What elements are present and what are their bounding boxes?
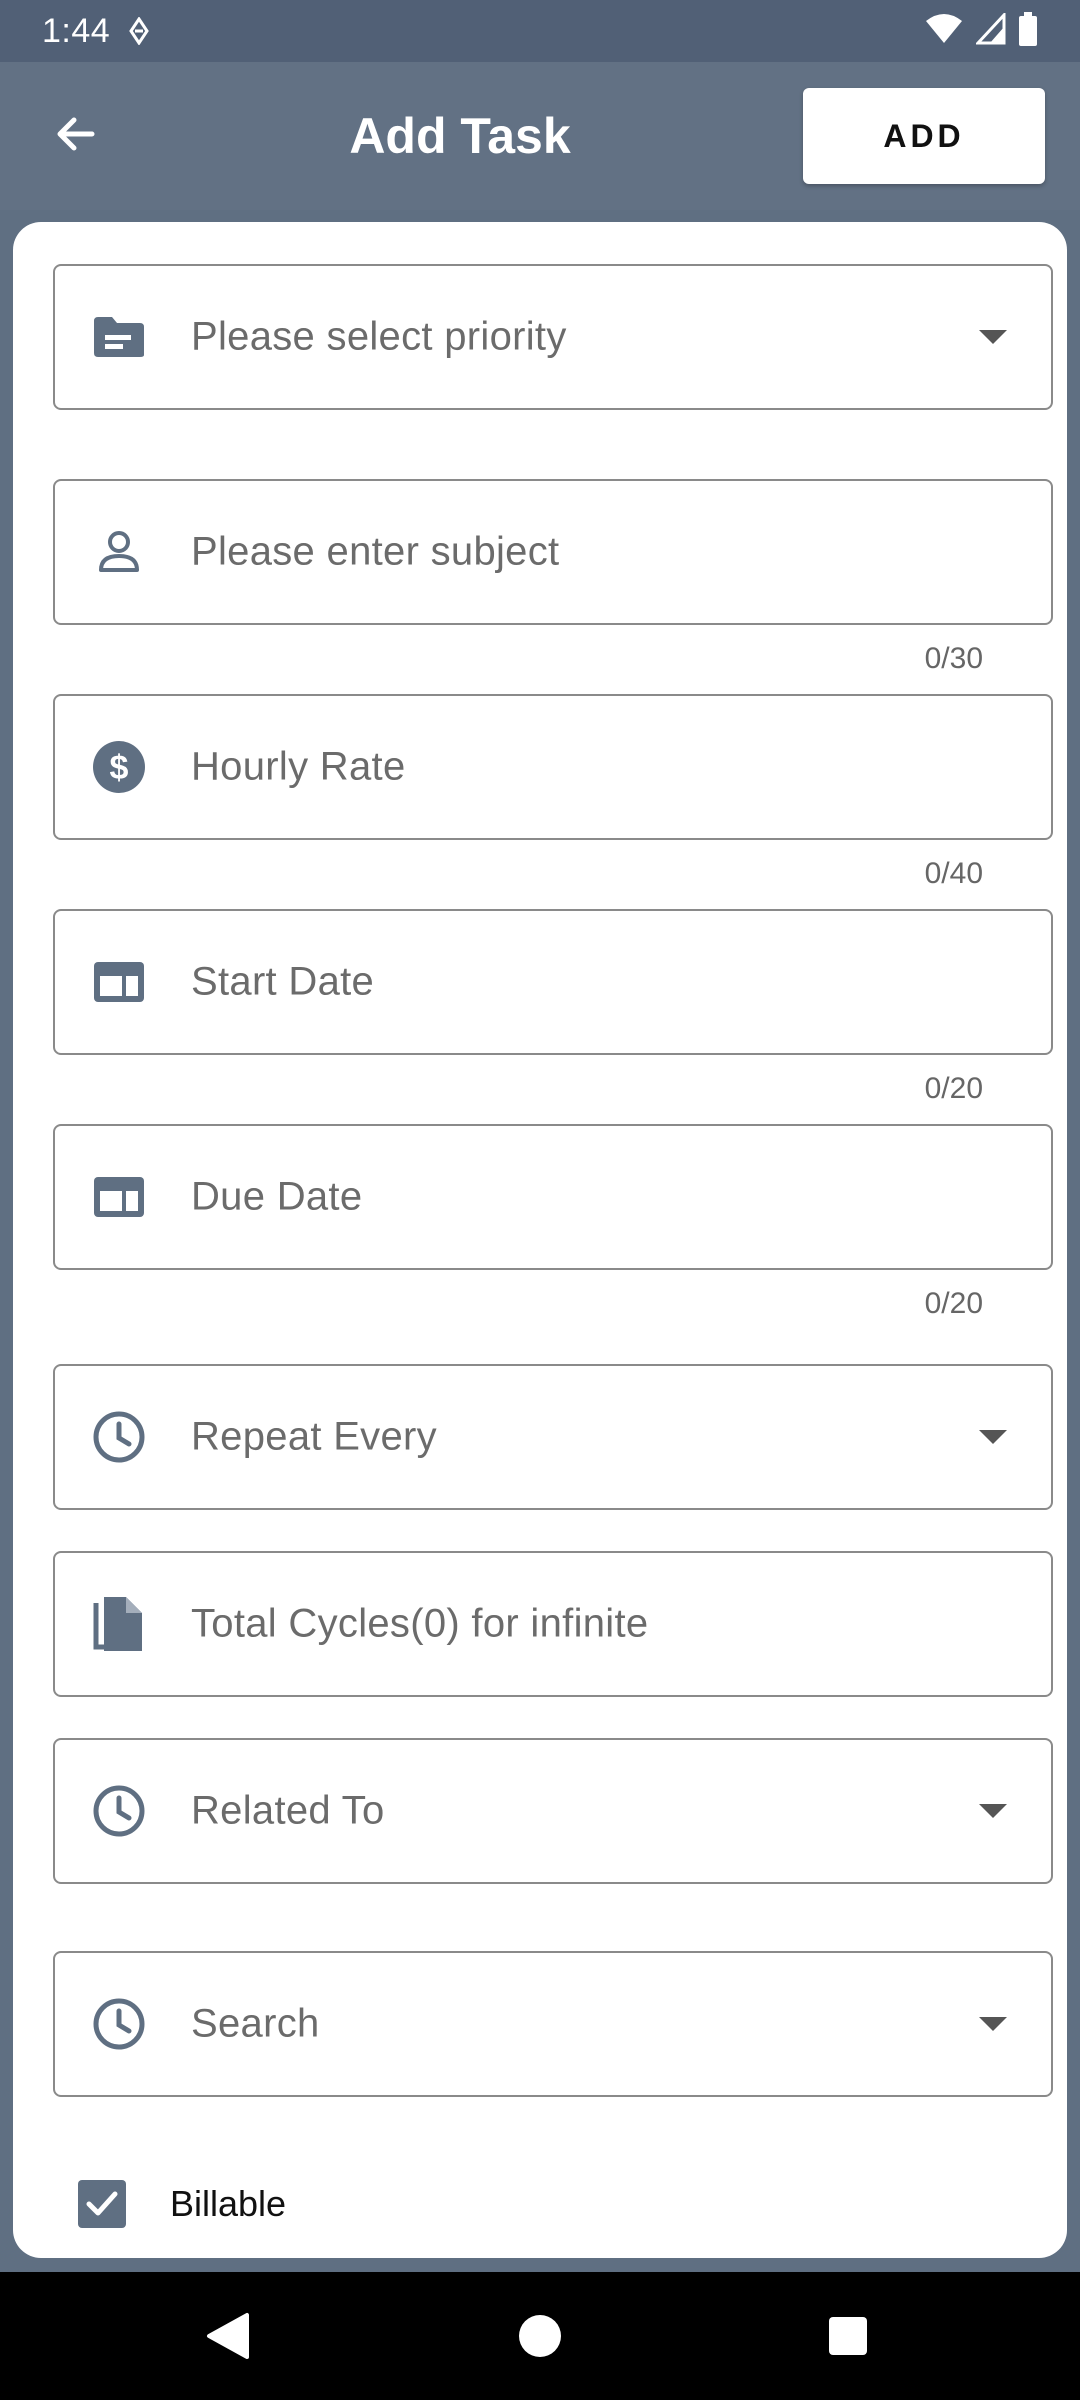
billable-row[interactable]: Billable bbox=[78, 2180, 286, 2228]
data-saver-icon bbox=[128, 17, 150, 45]
start-date-input[interactable]: Start Date bbox=[53, 909, 1053, 1055]
related-to-dropdown[interactable]: Related To bbox=[53, 1738, 1053, 1884]
status-bar: 1:44 bbox=[0, 0, 1080, 62]
calendar-card-icon bbox=[91, 954, 147, 1010]
repeat-every-dropdown[interactable]: Repeat Every bbox=[53, 1364, 1053, 1510]
status-time: 1:44 bbox=[42, 11, 111, 50]
arrow-left-icon bbox=[57, 117, 95, 151]
repeat-every-placeholder: Repeat Every bbox=[191, 1414, 437, 1459]
chevron-down-icon bbox=[979, 1430, 1007, 1444]
total-cycles-placeholder: Total Cycles(0) for infinite bbox=[191, 1601, 649, 1646]
app-bar: Add Task ADD bbox=[0, 62, 1080, 210]
checkmark-icon bbox=[86, 2191, 118, 2216]
wifi-icon bbox=[924, 13, 964, 50]
due-date-counter: 0/20 bbox=[924, 1287, 983, 1320]
due-date-placeholder: Due Date bbox=[191, 1174, 363, 1219]
back-button[interactable] bbox=[36, 94, 116, 174]
svg-text:$: $ bbox=[110, 749, 129, 787]
clock-icon bbox=[91, 1783, 147, 1839]
related-to-placeholder: Related To bbox=[191, 1788, 385, 1833]
person-icon bbox=[91, 524, 147, 580]
hourly-rate-counter: 0/40 bbox=[924, 857, 983, 890]
file-copy-icon bbox=[91, 1596, 147, 1652]
clock-icon bbox=[91, 1996, 147, 2052]
hourly-rate-input[interactable]: $ Hourly Rate bbox=[53, 694, 1053, 840]
battery-icon bbox=[1018, 11, 1038, 51]
start-date-counter: 0/20 bbox=[924, 1072, 983, 1105]
add-button[interactable]: ADD bbox=[803, 88, 1045, 184]
dollar-circle-icon: $ bbox=[91, 739, 147, 795]
nav-back-button[interactable] bbox=[168, 2272, 288, 2400]
folder-icon bbox=[91, 309, 147, 365]
chevron-down-icon bbox=[979, 2017, 1007, 2031]
subject-placeholder: Please enter subject bbox=[191, 529, 560, 574]
status-right-icons bbox=[924, 10, 1038, 51]
priority-dropdown[interactable]: Please select priority bbox=[53, 264, 1053, 410]
clock-icon bbox=[91, 1409, 147, 1465]
chevron-down-icon bbox=[979, 1804, 1007, 1818]
calendar-card-icon bbox=[91, 1169, 147, 1225]
triangle-back-icon bbox=[207, 2313, 249, 2359]
priority-placeholder: Please select priority bbox=[191, 314, 567, 359]
nav-recents-button[interactable] bbox=[788, 2272, 908, 2400]
form-card: Please select priority Please enter subj… bbox=[13, 222, 1067, 2258]
search-dropdown[interactable]: Search bbox=[53, 1951, 1053, 2097]
billable-label: Billable bbox=[170, 2183, 287, 2224]
signal-icon bbox=[974, 10, 1006, 50]
total-cycles-input[interactable]: Total Cycles(0) for infinite bbox=[53, 1551, 1053, 1697]
square-recents-icon bbox=[829, 2317, 867, 2355]
circle-home-icon bbox=[519, 2315, 561, 2357]
start-date-placeholder: Start Date bbox=[191, 959, 375, 1004]
page-title: Add Task bbox=[349, 108, 571, 164]
subject-counter: 0/30 bbox=[924, 642, 983, 675]
billable-checkbox[interactable] bbox=[78, 2180, 126, 2228]
hourly-rate-placeholder: Hourly Rate bbox=[191, 744, 406, 789]
chevron-down-icon bbox=[979, 330, 1007, 344]
system-nav-bar bbox=[0, 2272, 1080, 2400]
search-placeholder: Search bbox=[191, 2001, 320, 2046]
nav-home-button[interactable] bbox=[480, 2272, 600, 2400]
due-date-input[interactable]: Due Date bbox=[53, 1124, 1053, 1270]
subject-input[interactable]: Please enter subject bbox=[53, 479, 1053, 625]
